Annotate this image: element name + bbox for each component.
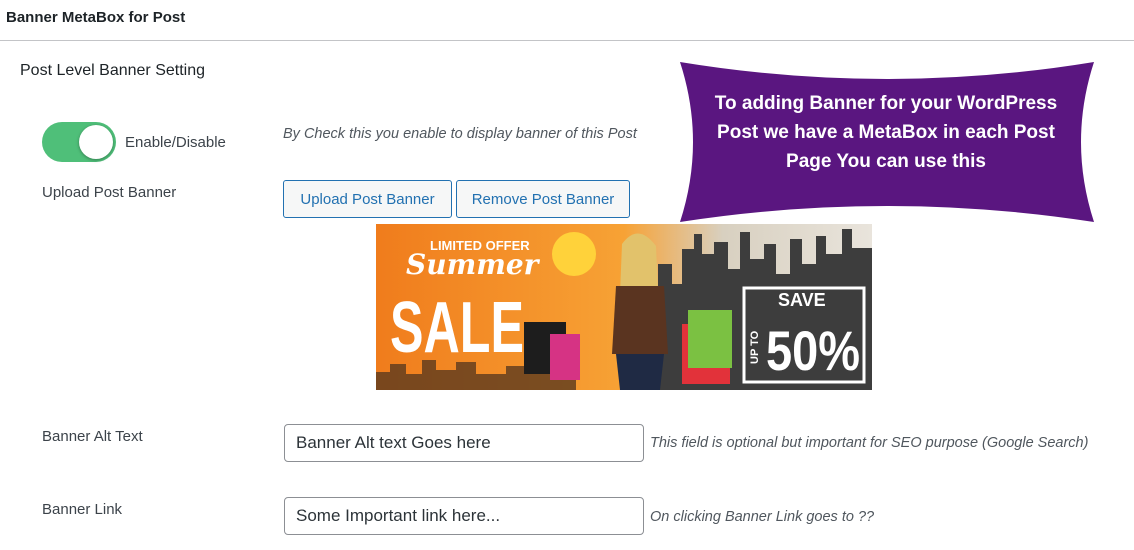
summer-sale-banner: LIMITED OFFER Summer SALE SAVE UP TO 50% [376,224,872,390]
sun-icon [552,232,596,276]
toggle-knob [79,125,113,159]
bag-green [688,310,732,368]
banner-link-label: Banner Link [42,501,123,518]
woman-hair [620,233,658,294]
banner-image-preview: LIMITED OFFER Summer SALE SAVE UP TO 50% [376,224,872,390]
banner-alt-text-input[interactable] [284,424,644,462]
callout-text: To adding Banner for your WordPress Post… [714,93,1058,172]
banner-link-help: On clicking Banner Link goes to ?? [650,509,875,525]
woman-top [612,286,668,354]
upload-banner-label: Upload Post Banner [42,184,177,201]
metabox-header: Banner MetaBox for Post [0,0,1134,41]
toggle-help-text: By Check this you enable to display bann… [283,126,637,142]
badge-up-to: UP TO [749,330,761,364]
section-title: Post Level Banner Setting [20,62,206,79]
banner-summer: Summer [406,248,541,281]
banner-link-input[interactable] [284,497,644,535]
woman-jeans [616,354,664,390]
bag-pink [550,334,580,380]
annotation-callout: To adding Banner for your WordPress Post… [680,62,1094,222]
badge-value: 50% [766,319,860,382]
alt-text-help: This field is optional but important for… [650,435,1089,451]
metabox-title: Banner MetaBox for Post [6,9,186,26]
upload-post-banner-button[interactable]: Upload Post Banner [283,180,452,218]
banner-sale: SALE [390,288,524,368]
toggle-label: Enable/Disable [125,134,226,151]
badge-save: SAVE [778,290,826,310]
remove-post-banner-button[interactable]: Remove Post Banner [456,180,630,218]
alt-text-label: Banner Alt Text [42,428,143,445]
enable-toggle[interactable] [42,122,116,162]
